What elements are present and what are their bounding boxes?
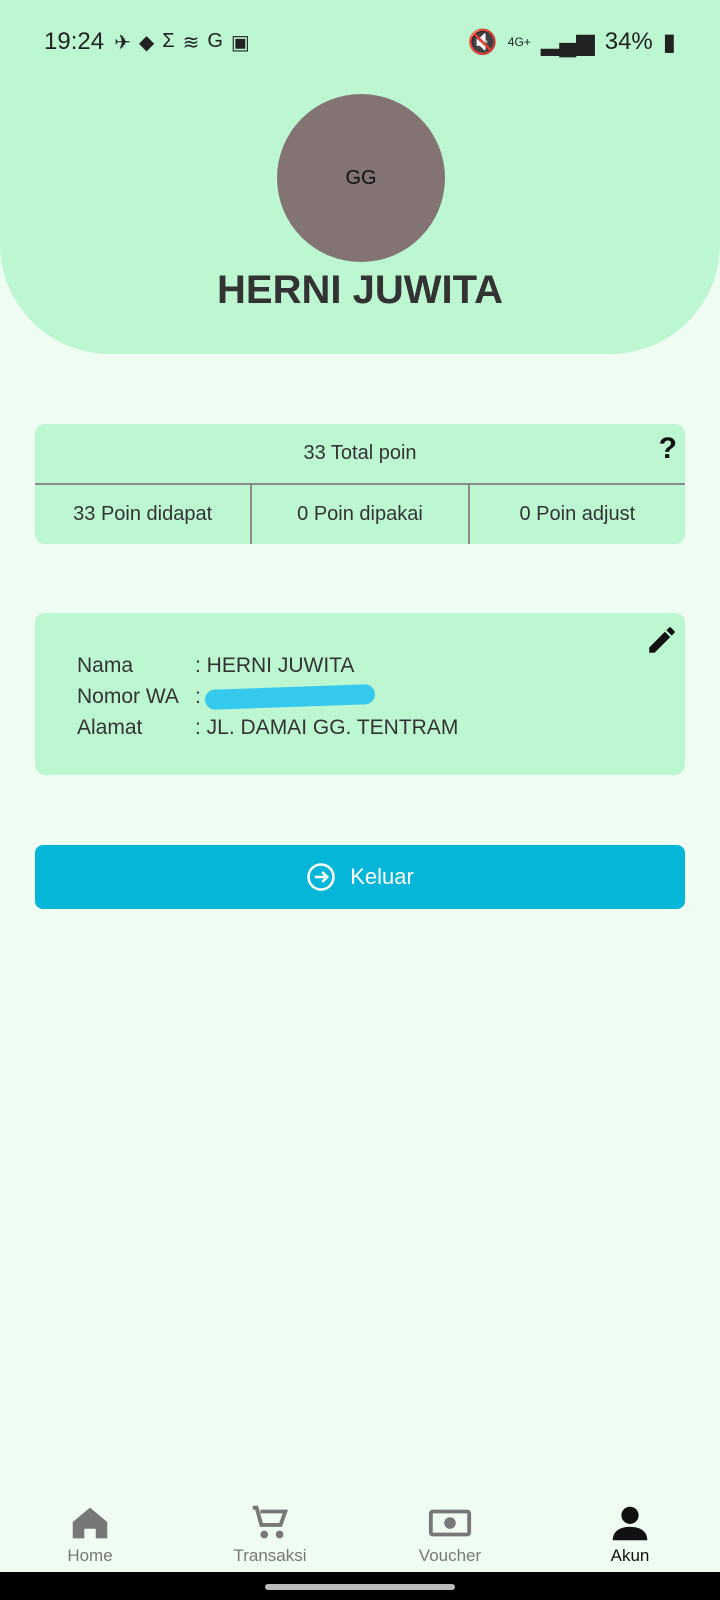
nav-home[interactable]: Home bbox=[0, 1500, 180, 1572]
profile-name: HERNI JUWITA bbox=[217, 268, 503, 312]
nav-transaksi-label: Transaksi bbox=[233, 1546, 307, 1565]
mute-icon: 🔇 bbox=[467, 28, 498, 56]
info-row-address: Alamat : JL. DAMAI GG. TENTRAM bbox=[77, 712, 458, 743]
points-adjust: 0 Poin adjust bbox=[519, 503, 636, 525]
wa-label: Nomor WA bbox=[77, 684, 179, 708]
points-used: 0 Poin dipakai bbox=[252, 485, 470, 544]
grammarly-icon: G bbox=[207, 29, 223, 52]
cart-icon bbox=[252, 1505, 289, 1539]
telegram-icon: ✈ bbox=[114, 31, 131, 54]
points-earned: 33 Poin didapat bbox=[35, 485, 253, 544]
home-indicator[interactable] bbox=[265, 1584, 455, 1590]
account-icon bbox=[612, 1506, 648, 1541]
info-row-name: Nama : HERNI JUWITA bbox=[77, 650, 458, 681]
info-list: Nama : HERNI JUWITA Nomor WA : Alamat : … bbox=[77, 650, 458, 743]
points-total-row: 33 Total poin ? bbox=[35, 424, 685, 485]
nav-voucher-label: Voucher bbox=[418, 1546, 482, 1565]
name-label: Nama bbox=[77, 653, 134, 677]
bottom-navigation: Home Transaksi Voucher Akun bbox=[0, 1500, 720, 1572]
avatar: GG bbox=[277, 94, 445, 262]
battery-icon: ▮ bbox=[662, 28, 676, 56]
logout-label: Keluar bbox=[350, 864, 414, 889]
address-label: Alamat bbox=[77, 715, 143, 739]
status-left: 19:24 ✈ ◆ Σ ≋ G ▣ bbox=[44, 28, 250, 56]
points-breakdown: 33 Poin didapat 0 Poin dipakai 0 Poin ad… bbox=[35, 485, 685, 544]
status-bar: 19:24 ✈ ◆ Σ ≋ G ▣ 🔇 4G+ ▂▄▆ 34% ▮ bbox=[0, 0, 720, 84]
nav-voucher[interactable]: Voucher bbox=[360, 1500, 540, 1572]
nav-akun[interactable]: Akun bbox=[540, 1500, 720, 1572]
sigma-icon: Σ bbox=[162, 29, 175, 52]
pulse-icon: ◆ bbox=[138, 31, 155, 54]
audio-icon: ≋ bbox=[182, 31, 200, 54]
edit-icon[interactable] bbox=[645, 623, 679, 657]
address-value: : JL. DAMAI GG. TENTRAM bbox=[195, 715, 459, 739]
signal-icon: ▂▄▆ bbox=[540, 28, 595, 56]
points-card: 33 Total poin ? 33 Poin didapat 0 Poin d… bbox=[35, 424, 685, 544]
logout-icon bbox=[307, 863, 335, 891]
nav-home-label: Home bbox=[67, 1546, 113, 1565]
help-icon[interactable]: ? bbox=[659, 432, 677, 466]
home-icon bbox=[72, 1507, 108, 1539]
voucher-icon bbox=[428, 1509, 472, 1537]
status-right: 🔇 4G+ ▂▄▆ 34% ▮ bbox=[468, 28, 676, 57]
wa-value: : bbox=[195, 684, 201, 708]
redaction-mark bbox=[204, 683, 376, 710]
name-value: : HERNI JUWITA bbox=[195, 653, 355, 677]
points-total: 33 Total poin bbox=[303, 442, 417, 464]
network-indicator: 4G+ bbox=[507, 35, 531, 49]
nav-akun-label: Akun bbox=[610, 1546, 650, 1565]
battery-level: 34% bbox=[604, 28, 653, 55]
gallery-icon: ▣ bbox=[230, 31, 250, 54]
avatar-initials: GG bbox=[345, 166, 377, 189]
profile-info-card: Nama : HERNI JUWITA Nomor WA : Alamat : … bbox=[35, 613, 685, 775]
status-time: 19:24 bbox=[44, 28, 105, 55]
notification-icons: ✈ ◆ Σ ≋ G ▣ bbox=[114, 30, 250, 55]
nav-transaksi[interactable]: Transaksi bbox=[180, 1500, 360, 1572]
info-row-wa: Nomor WA : bbox=[77, 681, 458, 712]
logout-button[interactable]: Keluar bbox=[35, 845, 685, 909]
